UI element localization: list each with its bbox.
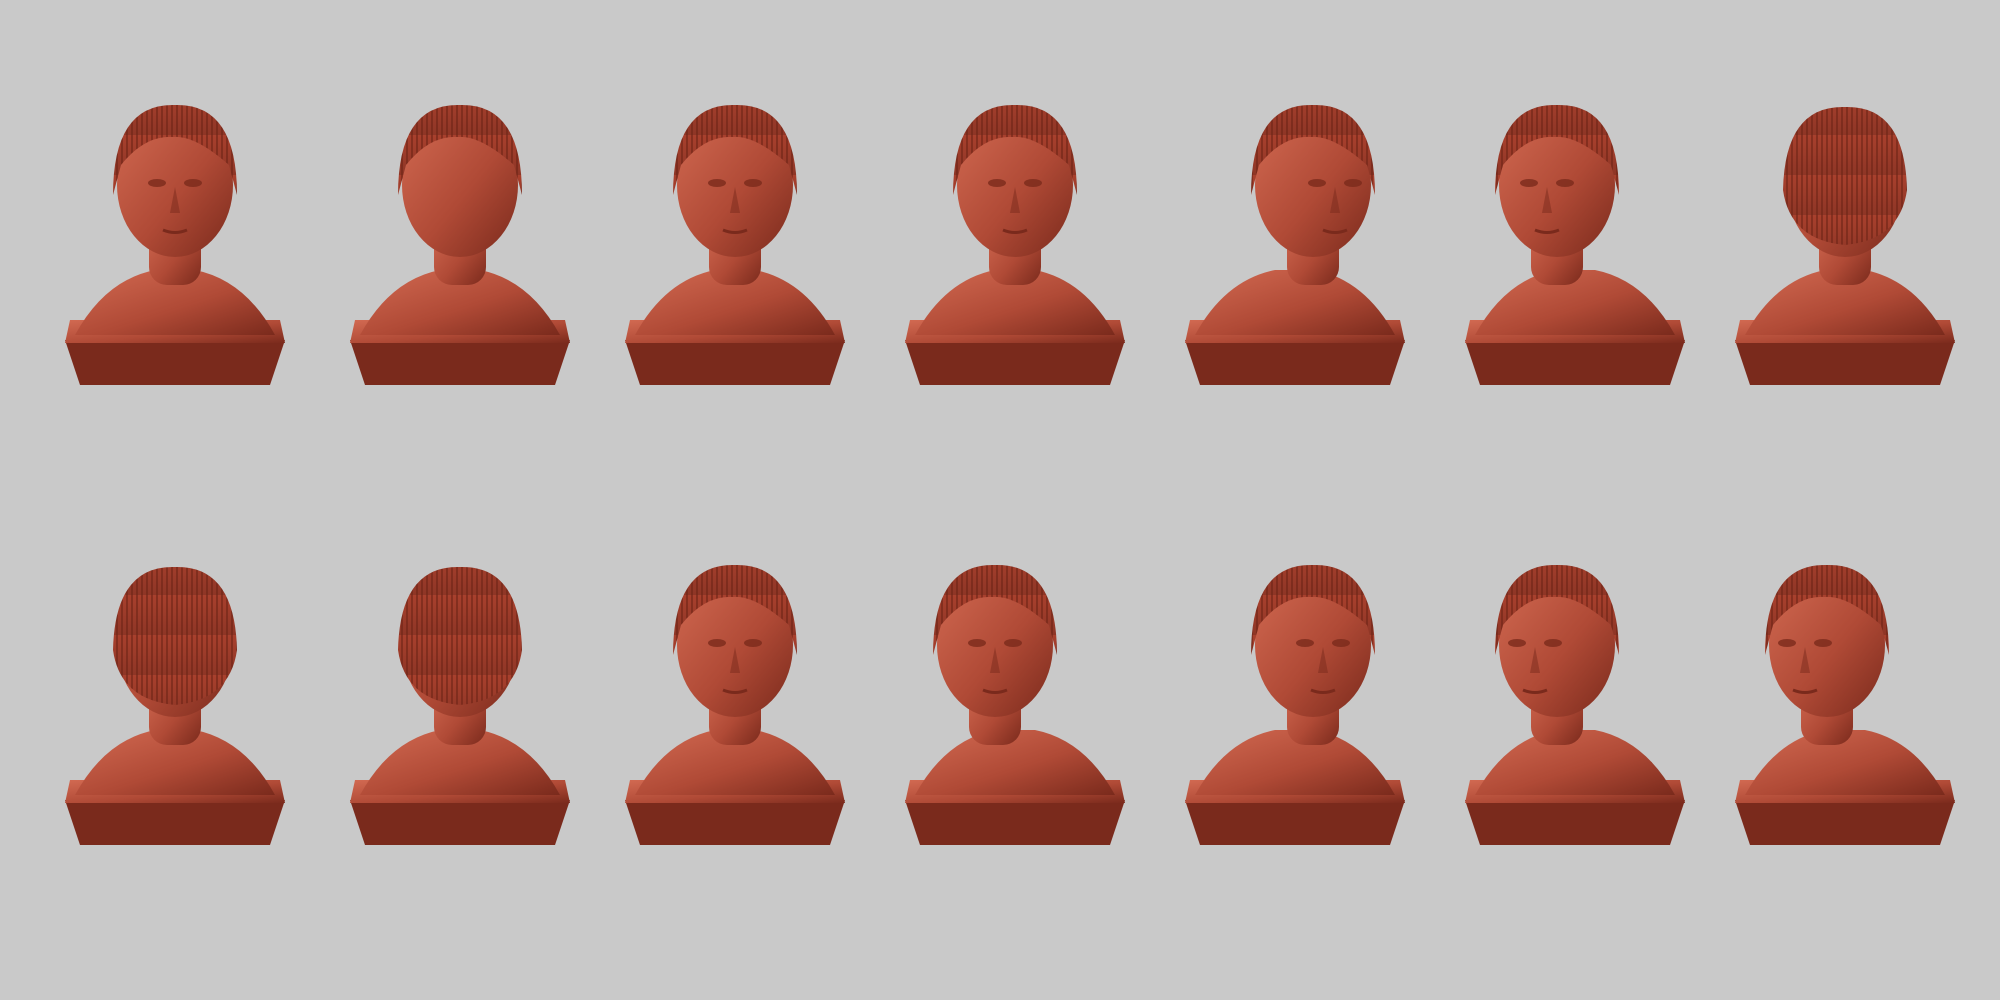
bust-render-back-right [1715,95,1975,435]
bust-render-top-back-tilt [330,95,590,435]
bust-render-front [885,95,1145,435]
bust-render-left-profile [1715,555,1975,895]
bust-render-front-down [605,555,865,895]
turntable-render-sheet [0,0,2000,1000]
bust-render-back-left [45,555,305,895]
bust-render-left-three-quarter [1445,95,1705,435]
bust-render-front [605,95,865,435]
bust-render-right-three-quarter [1165,555,1425,895]
bust-render-tilted-down-left [885,555,1145,895]
bust-render-front [45,95,305,435]
bust-render-right-profile [1165,95,1425,435]
bust-render-back [330,555,590,895]
bust-render-back-left-profile [1445,555,1705,895]
